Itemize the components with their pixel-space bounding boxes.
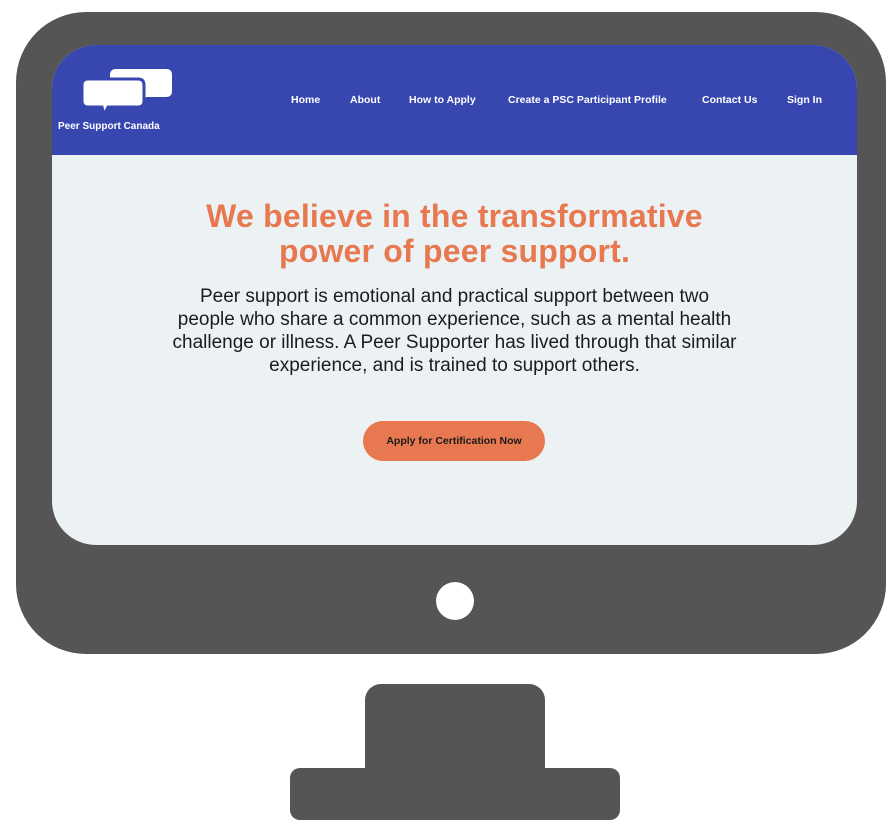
top-navbar: Peer Support Canada Home About How to Ap… xyxy=(52,45,857,155)
hero-body-line-2: people who share a common experience, su… xyxy=(177,309,732,330)
nav-home[interactable]: Home xyxy=(291,94,320,106)
nav-sign-in[interactable]: Sign In xyxy=(787,94,822,106)
hero-title-line-1: We believe in the transformative xyxy=(206,198,703,234)
brand-name: Peer Support Canada xyxy=(58,121,160,132)
hero-title: We believe in the transformative power o… xyxy=(52,199,857,269)
monitor-stand-base xyxy=(290,768,620,820)
hero-body-line-1: Peer support is emotional and practical … xyxy=(199,286,710,307)
nav-contact-us[interactable]: Contact Us xyxy=(702,94,757,106)
nav-how-to-apply[interactable]: How to Apply xyxy=(409,94,476,106)
nav-create-profile[interactable]: Create a PSC Participant Profile xyxy=(508,94,667,106)
nav-about[interactable]: About xyxy=(350,94,380,106)
hero-title-line-2: power of peer support. xyxy=(278,233,631,269)
hero-description: Peer support is emotional and practical … xyxy=(92,285,817,377)
power-button xyxy=(436,582,474,620)
hero-body-line-4: experience, and is trained to support ot… xyxy=(269,355,640,376)
website-screen: Peer Support Canada Home About How to Ap… xyxy=(52,45,857,545)
hero-body-line-3: challenge or illness. A Peer Supporter h… xyxy=(172,332,737,353)
nav-links: Home About How to Apply Create a PSC Par… xyxy=(52,94,857,110)
apply-certification-button[interactable]: Apply for Certification Now xyxy=(363,421,545,461)
monitor-illustration: Peer Support Canada Home About How to Ap… xyxy=(0,0,889,820)
